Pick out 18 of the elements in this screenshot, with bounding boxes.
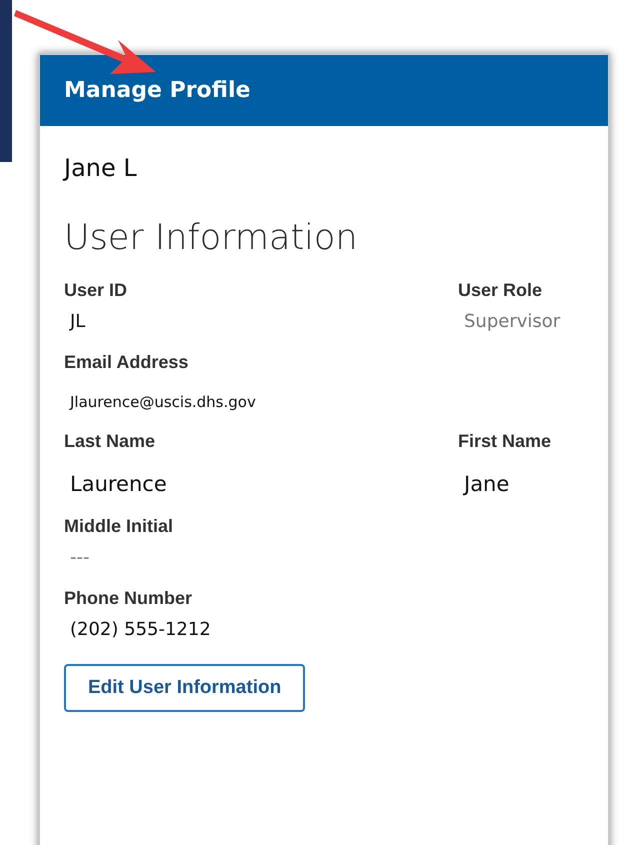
field-label: User ID bbox=[64, 280, 128, 301]
field-label: Middle Initial bbox=[64, 516, 174, 537]
field-label: First Name bbox=[458, 431, 552, 452]
field-value: --- bbox=[69, 546, 90, 568]
field-value: Supervisor bbox=[463, 310, 562, 332]
edit-button[interactable]: Edit User Information bbox=[64, 664, 306, 712]
field-value: JL bbox=[68, 310, 86, 332]
field-value: Laurence bbox=[69, 471, 167, 496]
field-label: Last Name bbox=[64, 431, 156, 452]
user-name: Jane L bbox=[64, 154, 138, 182]
field-label: Email Address bbox=[64, 352, 190, 373]
card-title: Manage Profile bbox=[40, 55, 608, 126]
field-value: (202) 555-1212 bbox=[69, 618, 211, 640]
section-title: User Information bbox=[64, 218, 359, 258]
field-label: User Role bbox=[458, 280, 544, 301]
field-value: Jane bbox=[462, 471, 510, 496]
field-value: Jlaurence@uscis.dhs.gov bbox=[68, 392, 256, 411]
field-label: Phone Number bbox=[64, 588, 194, 609]
